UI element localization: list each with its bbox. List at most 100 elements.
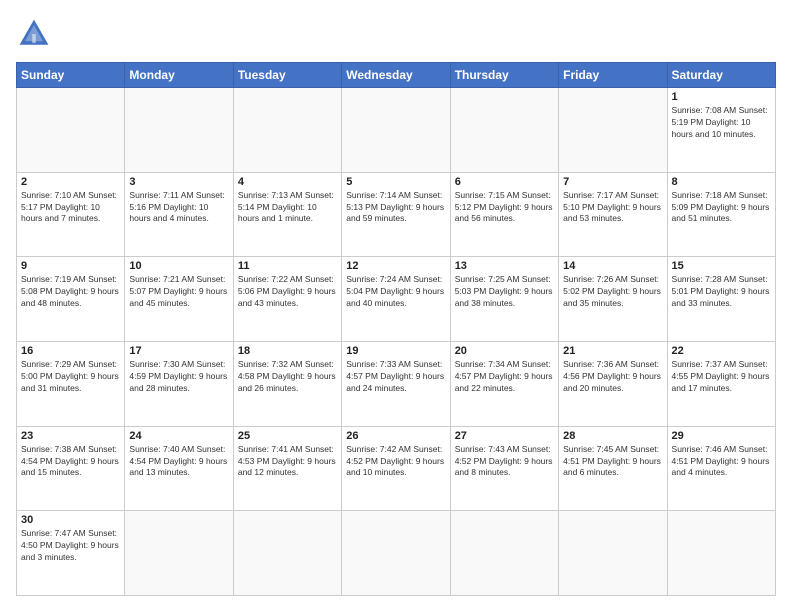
calendar-cell: 9 Sunrise: 7:19 AM Sunset: 5:08 PM Daylig… — [17, 257, 125, 342]
calendar-cell — [559, 88, 667, 173]
day-info: Sunrise: 7:13 AM Sunset: 5:14 PM Dayligh… — [238, 190, 337, 226]
day-number: 7 — [563, 176, 662, 188]
day-number: 22 — [672, 345, 771, 357]
day-info: Sunrise: 7:18 AM Sunset: 5:09 PM Dayligh… — [672, 190, 771, 226]
calendar-cell: 14 Sunrise: 7:26 AM Sunset: 5:02 PM Dayli… — [559, 257, 667, 342]
calendar-cell — [125, 88, 233, 173]
week-row-3: 16Sunrise: 7:29 AM Sunset: 5:00 PM Dayli… — [17, 341, 776, 426]
calendar-cell: 16Sunrise: 7:29 AM Sunset: 5:00 PM Dayli… — [17, 341, 125, 426]
calendar-cell: 6Sunrise: 7:15 AM Sunset: 5:12 PM Daylig… — [450, 172, 558, 257]
day-number: 2 — [21, 176, 120, 188]
week-row-1: 2 Sunrise: 7:10 AM Sunset: 5:17 PM Daylig… — [17, 172, 776, 257]
day-number: 15 — [672, 260, 771, 272]
week-row-0: 1 Sunrise: 7:08 AM Sunset: 5:19 PM Daylig… — [17, 88, 776, 173]
day-number: 11 — [238, 260, 337, 272]
calendar-cell: 19Sunrise: 7:33 AM Sunset: 4:57 PM Dayli… — [342, 341, 450, 426]
day-info: Sunrise: 7:17 AM Sunset: 5:10 PM Dayligh… — [563, 190, 662, 226]
calendar-cell: 30 Sunrise: 7:47 AM Sunset: 4:50 PM Dayli… — [17, 511, 125, 596]
calendar-cell: 8 Sunrise: 7:18 AM Sunset: 5:09 PM Daylig… — [667, 172, 775, 257]
calendar-cell — [233, 88, 341, 173]
calendar-cell — [125, 511, 233, 596]
day-number: 19 — [346, 345, 445, 357]
day-number: 28 — [563, 430, 662, 442]
day-info: Sunrise: 7:24 AM Sunset: 5:04 PM Dayligh… — [346, 274, 445, 310]
calendar-cell: 2 Sunrise: 7:10 AM Sunset: 5:17 PM Daylig… — [17, 172, 125, 257]
day-info: Sunrise: 7:14 AM Sunset: 5:13 PM Dayligh… — [346, 190, 445, 226]
day-info: Sunrise: 7:11 AM Sunset: 5:16 PM Dayligh… — [129, 190, 228, 226]
day-number: 17 — [129, 345, 228, 357]
day-number: 30 — [21, 514, 120, 526]
weekday-header-friday: Friday — [559, 63, 667, 88]
day-number: 9 — [21, 260, 120, 272]
day-number: 12 — [346, 260, 445, 272]
day-number: 13 — [455, 260, 554, 272]
calendar-cell: 29 Sunrise: 7:46 AM Sunset: 4:51 PM Dayli… — [667, 426, 775, 511]
page: SundayMondayTuesdayWednesdayThursdayFrid… — [0, 0, 792, 612]
calendar-cell: 25Sunrise: 7:41 AM Sunset: 4:53 PM Dayli… — [233, 426, 341, 511]
calendar-cell — [233, 511, 341, 596]
day-number: 21 — [563, 345, 662, 357]
weekday-header-sunday: Sunday — [17, 63, 125, 88]
calendar-cell: 7 Sunrise: 7:17 AM Sunset: 5:10 PM Daylig… — [559, 172, 667, 257]
week-row-2: 9 Sunrise: 7:19 AM Sunset: 5:08 PM Daylig… — [17, 257, 776, 342]
day-number: 3 — [129, 176, 228, 188]
day-info: Sunrise: 7:08 AM Sunset: 5:19 PM Dayligh… — [672, 105, 771, 141]
day-number: 1 — [672, 91, 771, 103]
day-info: Sunrise: 7:25 AM Sunset: 5:03 PM Dayligh… — [455, 274, 554, 310]
calendar-cell — [559, 511, 667, 596]
weekday-header-tuesday: Tuesday — [233, 63, 341, 88]
day-info: Sunrise: 7:32 AM Sunset: 4:58 PM Dayligh… — [238, 359, 337, 395]
day-number: 20 — [455, 345, 554, 357]
day-info: Sunrise: 7:37 AM Sunset: 4:55 PM Dayligh… — [672, 359, 771, 395]
day-info: Sunrise: 7:41 AM Sunset: 4:53 PM Dayligh… — [238, 444, 337, 480]
calendar-cell: 4 Sunrise: 7:13 AM Sunset: 5:14 PM Daylig… — [233, 172, 341, 257]
day-info: Sunrise: 7:46 AM Sunset: 4:51 PM Dayligh… — [672, 444, 771, 480]
day-info: Sunrise: 7:30 AM Sunset: 4:59 PM Dayligh… — [129, 359, 228, 395]
day-info: Sunrise: 7:28 AM Sunset: 5:01 PM Dayligh… — [672, 274, 771, 310]
day-number: 18 — [238, 345, 337, 357]
day-info: Sunrise: 7:45 AM Sunset: 4:51 PM Dayligh… — [563, 444, 662, 480]
calendar-cell — [450, 511, 558, 596]
day-number: 6 — [455, 176, 554, 188]
week-row-5: 30 Sunrise: 7:47 AM Sunset: 4:50 PM Dayli… — [17, 511, 776, 596]
day-number: 29 — [672, 430, 771, 442]
day-info: Sunrise: 7:26 AM Sunset: 5:02 PM Dayligh… — [563, 274, 662, 310]
calendar-cell: 24 Sunrise: 7:40 AM Sunset: 4:54 PM Dayli… — [125, 426, 233, 511]
day-info: Sunrise: 7:40 AM Sunset: 4:54 PM Dayligh… — [129, 444, 228, 480]
calendar-cell: 20 Sunrise: 7:34 AM Sunset: 4:57 PM Dayli… — [450, 341, 558, 426]
day-number: 26 — [346, 430, 445, 442]
day-info: Sunrise: 7:34 AM Sunset: 4:57 PM Dayligh… — [455, 359, 554, 395]
calendar-table: SundayMondayTuesdayWednesdayThursdayFrid… — [16, 62, 776, 596]
day-number: 14 — [563, 260, 662, 272]
calendar-cell: 13 Sunrise: 7:25 AM Sunset: 5:03 PM Dayli… — [450, 257, 558, 342]
header — [16, 16, 776, 52]
day-number: 16 — [21, 345, 120, 357]
calendar-cell: 5Sunrise: 7:14 AM Sunset: 5:13 PM Daylig… — [342, 172, 450, 257]
day-info: Sunrise: 7:22 AM Sunset: 5:06 PM Dayligh… — [238, 274, 337, 310]
day-info: Sunrise: 7:19 AM Sunset: 5:08 PM Dayligh… — [21, 274, 120, 310]
calendar-cell: 17 Sunrise: 7:30 AM Sunset: 4:59 PM Dayli… — [125, 341, 233, 426]
calendar-cell: 28 Sunrise: 7:45 AM Sunset: 4:51 PM Dayli… — [559, 426, 667, 511]
calendar-cell: 10Sunrise: 7:21 AM Sunset: 5:07 PM Dayli… — [125, 257, 233, 342]
day-number: 10 — [129, 260, 228, 272]
day-info: Sunrise: 7:38 AM Sunset: 4:54 PM Dayligh… — [21, 444, 120, 480]
general-blue-logo-icon — [16, 16, 52, 52]
calendar-cell: 22 Sunrise: 7:37 AM Sunset: 4:55 PM Dayli… — [667, 341, 775, 426]
day-info: Sunrise: 7:42 AM Sunset: 4:52 PM Dayligh… — [346, 444, 445, 480]
day-info: Sunrise: 7:47 AM Sunset: 4:50 PM Dayligh… — [21, 528, 120, 564]
weekday-header-saturday: Saturday — [667, 63, 775, 88]
day-number: 24 — [129, 430, 228, 442]
day-number: 4 — [238, 176, 337, 188]
weekday-header-row: SundayMondayTuesdayWednesdayThursdayFrid… — [17, 63, 776, 88]
calendar-cell: 26 Sunrise: 7:42 AM Sunset: 4:52 PM Dayli… — [342, 426, 450, 511]
week-row-4: 23Sunrise: 7:38 AM Sunset: 4:54 PM Dayli… — [17, 426, 776, 511]
calendar-cell — [667, 511, 775, 596]
day-number: 8 — [672, 176, 771, 188]
calendar-cell: 11 Sunrise: 7:22 AM Sunset: 5:06 PM Dayli… — [233, 257, 341, 342]
calendar-cell: 12 Sunrise: 7:24 AM Sunset: 5:04 PM Dayli… — [342, 257, 450, 342]
day-info: Sunrise: 7:10 AM Sunset: 5:17 PM Dayligh… — [21, 190, 120, 226]
calendar-cell — [450, 88, 558, 173]
calendar-cell: 18 Sunrise: 7:32 AM Sunset: 4:58 PM Dayli… — [233, 341, 341, 426]
weekday-header-monday: Monday — [125, 63, 233, 88]
calendar-cell: 3 Sunrise: 7:11 AM Sunset: 5:16 PM Daylig… — [125, 172, 233, 257]
